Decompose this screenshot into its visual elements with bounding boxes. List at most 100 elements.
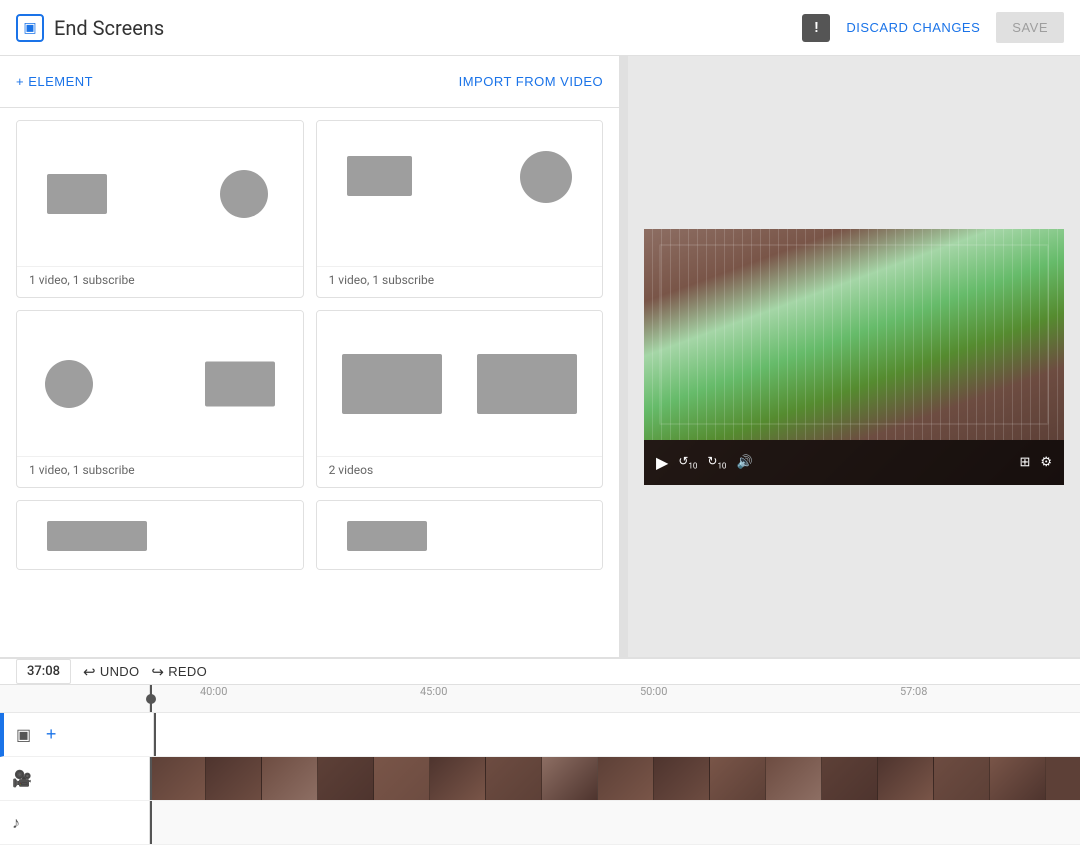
templates-panel: + ELEMENT IMPORT FROM VIDEO 1 video, 1 s…	[0, 56, 620, 657]
ruler-mark-3: 50:00	[640, 685, 667, 698]
template-card-5[interactable]	[16, 500, 304, 570]
timeline-area: 37:08 ↩ UNDO ↪ REDO 40:00 45:00 50:00 57…	[0, 657, 1080, 842]
audio-track-icon: ♪	[12, 813, 20, 833]
forward-10-button[interactable]: ↻10	[707, 454, 726, 470]
template-card-2[interactable]: 1 video, 1 subscribe	[316, 120, 604, 298]
ruler-mark-4: 57:08	[900, 685, 927, 698]
end-screen-add-button[interactable]: +	[39, 723, 63, 747]
audio-track: ♪	[0, 801, 1080, 845]
video-track-content	[150, 757, 1080, 800]
video-container: ▶ ↺10 ↻10 🔊 ⊞ ⚙	[644, 229, 1064, 485]
video-frame-border	[659, 244, 1049, 425]
tpl2-subscribe-circle	[520, 151, 572, 203]
template-label-1: 1 video, 1 subscribe	[17, 266, 303, 297]
volume-button[interactable]: 🔊	[736, 455, 752, 470]
template-card-6[interactable]	[316, 500, 604, 570]
filmstrip-frame-14	[878, 757, 934, 800]
time-display: 37:08	[16, 659, 71, 684]
template-card-3[interactable]: 1 video, 1 subscribe	[16, 310, 304, 488]
filmstrip-frame-7	[486, 757, 542, 800]
audio-track-content	[150, 801, 1080, 844]
tpl6-rect	[347, 521, 427, 551]
audio-track-empty	[150, 801, 1080, 844]
timeline-tracks: ▣ + 🎥	[0, 713, 1080, 845]
filmstrip-frame-3	[262, 757, 318, 800]
filmstrip-frame-4	[318, 757, 374, 800]
grid-view-button[interactable]: ⊞	[1019, 455, 1030, 470]
video-track: 🎥	[0, 757, 1080, 801]
filmstrip-frame-1	[150, 757, 206, 800]
tpl3-subscribe-circle	[45, 360, 93, 408]
ruler-playhead	[150, 685, 152, 712]
video-controls-left: ▶ ↺10 ↻10 🔊	[656, 453, 753, 472]
template-preview-5	[17, 501, 303, 570]
discard-changes-button[interactable]: DISCARD CHANGES	[846, 20, 980, 35]
template-preview-3	[17, 311, 303, 456]
settings-button[interactable]: ⚙	[1040, 455, 1052, 470]
video-track-playhead	[150, 757, 152, 800]
filmstrip-frame-11	[710, 757, 766, 800]
add-element-button[interactable]: + ELEMENT	[16, 74, 93, 89]
audio-track-label: ♪	[0, 801, 150, 844]
panel-toolbar: + ELEMENT IMPORT FROM VIDEO	[0, 56, 619, 108]
end-screens-icon: ▣	[16, 14, 44, 42]
template-preview-1	[17, 121, 303, 266]
undo-button[interactable]: ↩ UNDO	[83, 663, 139, 681]
filmstrip-frame-12	[766, 757, 822, 800]
redo-arrow-icon: ↪	[151, 663, 164, 681]
filmstrip-frame-8	[542, 757, 598, 800]
timeline-toolbar: 37:08 ↩ UNDO ↪ REDO	[0, 659, 1080, 685]
main-content: + ELEMENT IMPORT FROM VIDEO 1 video, 1 s…	[0, 56, 1080, 657]
video-placeholder: ▶ ↺10 ↻10 🔊 ⊞ ⚙	[644, 229, 1064, 485]
template-preview-6	[317, 501, 603, 570]
audio-track-playhead	[150, 801, 152, 844]
undo-arrow-icon: ↩	[83, 663, 96, 681]
import-from-video-button[interactable]: IMPORT FROM VIDEO	[459, 74, 604, 89]
filmstrip-frame-9	[598, 757, 654, 800]
video-controls-right: ⊞ ⚙	[1019, 455, 1052, 470]
filmstrip-frame-5	[374, 757, 430, 800]
template-preview-2	[317, 121, 603, 266]
end-screen-track-content	[154, 713, 1080, 756]
template-card-1[interactable]: 1 video, 1 subscribe	[16, 120, 304, 298]
templates-grid: 1 video, 1 subscribe 1 video, 1 subscrib…	[0, 108, 619, 582]
video-image-area	[644, 229, 1064, 440]
filmstrip-frame-13	[822, 757, 878, 800]
ruler-marks-area: 40:00 45:00 50:00 57:08	[150, 685, 1080, 712]
end-screen-track: ▣ +	[0, 713, 1080, 757]
rewind-10-button[interactable]: ↺10	[678, 454, 697, 470]
save-button[interactable]: SAVE	[996, 12, 1064, 43]
filmstrip	[150, 757, 1080, 800]
tpl2-video-rect	[347, 156, 412, 196]
template-card-4[interactable]: 2 videos	[316, 310, 604, 488]
template-preview-4	[317, 311, 603, 456]
tpl4-video-rect-1	[342, 354, 442, 414]
play-button[interactable]: ▶	[656, 453, 668, 472]
tpl4-video-rect-2	[477, 354, 577, 414]
timeline-ruler: 40:00 45:00 50:00 57:08	[0, 685, 1080, 713]
end-screen-track-label: ▣ +	[4, 713, 154, 756]
ruler-mark-1: 40:00	[200, 685, 227, 698]
filmstrip-frame-15	[934, 757, 990, 800]
template-label-2: 1 video, 1 subscribe	[317, 266, 603, 297]
track-playhead-line	[154, 713, 156, 756]
timeline-body: 40:00 45:00 50:00 57:08 ▣ +	[0, 685, 1080, 845]
alert-icon: !	[802, 14, 830, 42]
panel-divider	[620, 56, 628, 657]
ruler-spacer	[0, 685, 150, 712]
filmstrip-frame-6	[430, 757, 486, 800]
end-screen-track-icon: ▣	[16, 725, 31, 744]
filmstrip-frame-2	[206, 757, 262, 800]
template-label-4: 2 videos	[317, 456, 603, 487]
page-title: End Screens	[54, 16, 164, 40]
tpl1-subscribe-circle	[220, 170, 268, 218]
filmstrip-frame-10	[654, 757, 710, 800]
header-right: ! DISCARD CHANGES SAVE	[802, 12, 1064, 43]
tpl5-rect	[47, 521, 147, 551]
video-track-label: 🎥	[0, 757, 150, 800]
screen-icon-glyph: ▣	[23, 20, 36, 36]
video-controls-bar: ▶ ↺10 ↻10 🔊 ⊞ ⚙	[644, 440, 1064, 485]
template-label-3: 1 video, 1 subscribe	[17, 456, 303, 487]
video-track-icon: 🎥	[12, 769, 32, 788]
redo-button[interactable]: ↪ REDO	[151, 663, 207, 681]
